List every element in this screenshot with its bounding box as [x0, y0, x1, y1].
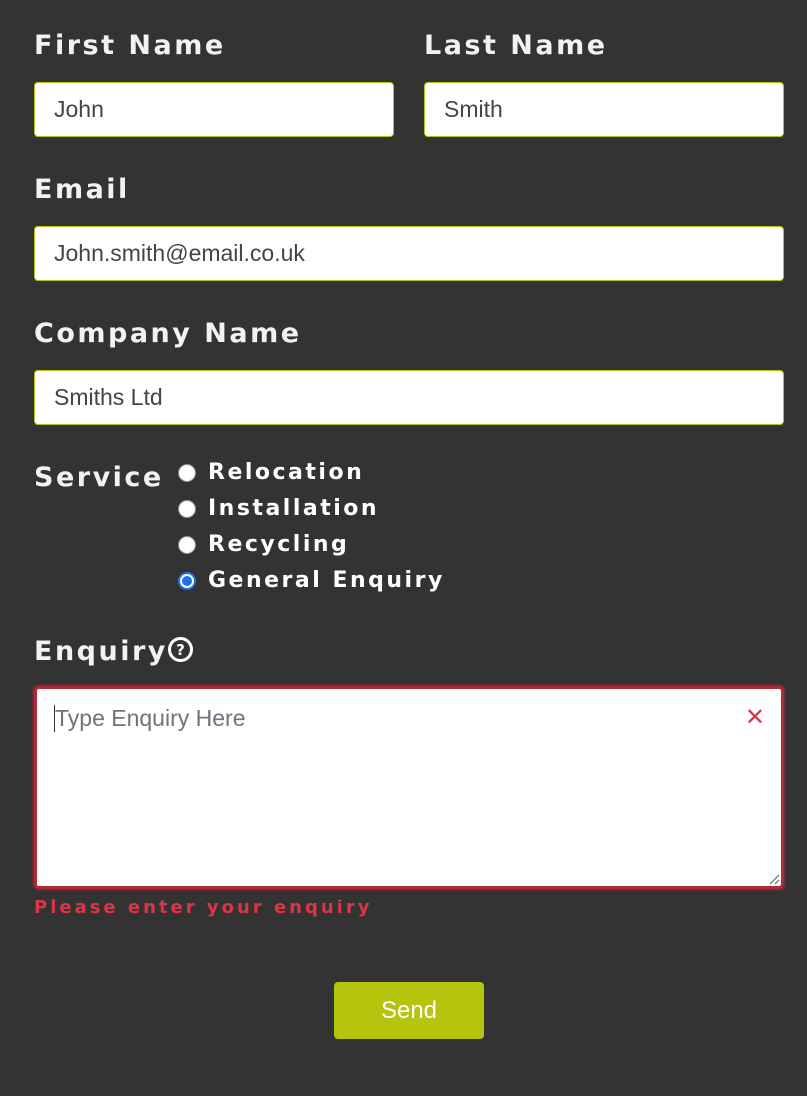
service-option-label: Recycling — [208, 532, 350, 557]
enquiry-placeholder: Type Enquiry Here — [55, 705, 246, 731]
service-option-label: Relocation — [208, 460, 365, 485]
service-option-installation[interactable]: Installation — [178, 496, 379, 521]
service-option-general-enquiry[interactable]: General Enquiry — [178, 568, 445, 593]
email-label: Email — [34, 174, 130, 205]
radio-button[interactable] — [178, 499, 196, 518]
last-name-input[interactable]: Smith — [424, 82, 784, 137]
service-option-relocation[interactable]: Relocation — [178, 460, 364, 485]
company-name-label: Company Name — [34, 318, 302, 349]
close-icon[interactable]: ✕ — [745, 705, 765, 729]
resize-grip-icon[interactable] — [768, 873, 780, 885]
text-caret — [54, 705, 55, 732]
service-option-label: General Enquiry — [208, 568, 445, 593]
send-button[interactable]: Send — [334, 982, 484, 1039]
company-name-input[interactable]: Smiths Ltd — [34, 370, 784, 425]
last-name-label: Last Name — [424, 30, 608, 61]
enquiry-textarea[interactable]: Type Enquiry Here ✕ — [34, 686, 784, 889]
first-name-label: First Name — [34, 30, 226, 61]
service-label: Service — [34, 462, 164, 493]
radio-button[interactable] — [178, 535, 196, 554]
question-circle-icon[interactable]: ? — [168, 637, 193, 662]
radio-button-selected[interactable] — [178, 571, 196, 590]
email-input[interactable]: John.smith@email.co.uk — [34, 226, 784, 281]
service-option-recycling[interactable]: Recycling — [178, 532, 349, 557]
service-option-label: Installation — [208, 496, 380, 521]
radio-button[interactable] — [178, 463, 196, 482]
first-name-input[interactable]: John — [34, 82, 394, 137]
enquiry-error-message: Please enter your enquiry — [34, 897, 373, 918]
enquiry-label: Enquiry — [34, 636, 168, 667]
